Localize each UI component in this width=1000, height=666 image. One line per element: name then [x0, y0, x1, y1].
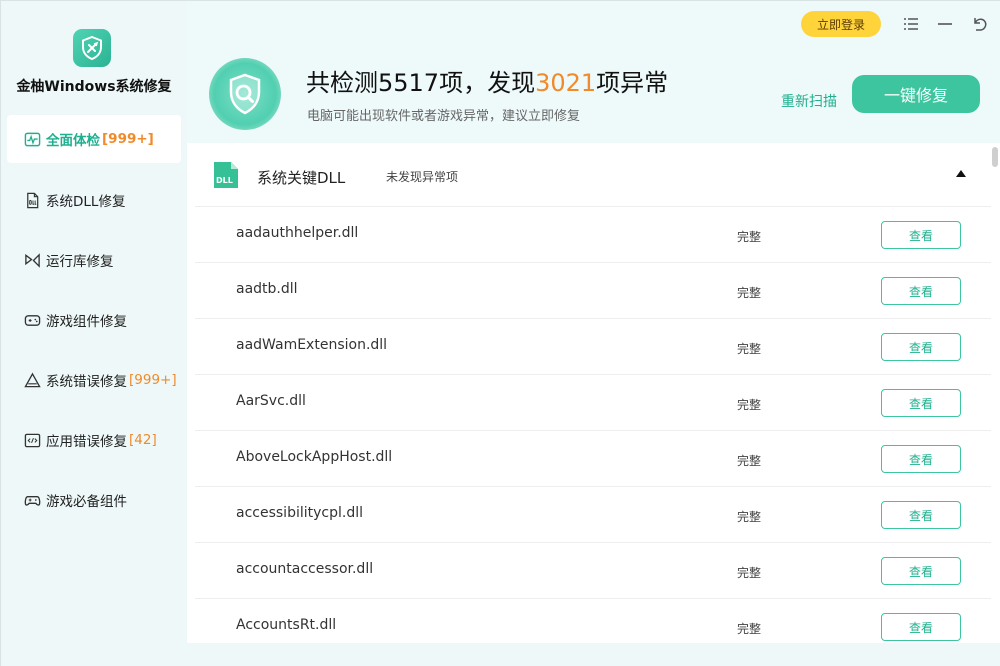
- sidebar-item-full-check[interactable]: 全面体检 [999+]: [7, 115, 181, 163]
- table-row: accountaccessor.dll 完整 查看: [195, 543, 991, 599]
- warning-icon: [23, 371, 41, 389]
- menu-icon[interactable]: [900, 13, 922, 35]
- view-button[interactable]: 查看: [881, 613, 961, 641]
- sidebar-item-label: 运行库修复: [46, 254, 114, 270]
- dll-status: 完整: [737, 622, 762, 636]
- table-row: AccountsRt.dll 完整 查看: [195, 599, 991, 643]
- scan-result-subtitle: 电脑可能出现软件或者游戏异常，建议立即修复: [307, 109, 581, 124]
- dll-name: aadauthhelper.dll: [236, 225, 359, 241]
- scrollbar[interactable]: [991, 143, 999, 643]
- dll-list-panel: DLL 系统关键DLL 未发现异常项 aadauthhelper.dll 完整 …: [187, 143, 1000, 643]
- minimize-icon[interactable]: [934, 13, 956, 35]
- dll-status: 完整: [737, 286, 762, 300]
- view-button[interactable]: 查看: [881, 389, 961, 417]
- view-button[interactable]: 查看: [881, 221, 961, 249]
- pulse-icon: [23, 130, 41, 148]
- sidebar-item-label: 系统DLL修复: [46, 194, 126, 210]
- sidebar-item-system-error-repair[interactable]: 系统错误修复 [999+]: [7, 356, 181, 404]
- section-status: 未发现异常项: [386, 170, 459, 184]
- sidebar-item-label: 全面体检: [46, 133, 100, 149]
- collapse-arrow-icon[interactable]: [956, 170, 966, 177]
- sidebar-item-badge: [999+]: [129, 372, 177, 388]
- shield-search-icon: [209, 58, 281, 130]
- gamepad-icon: [23, 311, 41, 329]
- dll-name: aadWamExtension.dll: [236, 337, 388, 353]
- view-button[interactable]: 查看: [881, 277, 961, 305]
- main-panel: 立即登录 共检测5517项，发现3021项异常 电脑可能出现软件或者游戏异常，建…: [187, 1, 1000, 666]
- view-button[interactable]: 查看: [881, 445, 961, 473]
- app-title: 金柚Windows系统修复: [16, 79, 172, 95]
- anomaly-count: 3021: [535, 69, 597, 97]
- dll-name: AccountsRt.dll: [236, 617, 337, 633]
- dll-status: 完整: [737, 342, 762, 356]
- rescan-button[interactable]: 重新扫描: [781, 91, 837, 111]
- dll-status: 完整: [737, 566, 762, 580]
- dll-name: accountaccessor.dll: [236, 561, 374, 577]
- app-window: 金柚Windows系统修复 全面体检 [999+] 系统DLL修复 运行库修复: [0, 0, 1000, 666]
- controller-icon: [23, 491, 41, 509]
- dll-name: aadtb.dll: [236, 281, 298, 297]
- table-row: AboveLockAppHost.dll 完整 查看: [195, 431, 991, 487]
- sidebar-item-label: 游戏组件修复: [46, 314, 127, 330]
- view-button[interactable]: 查看: [881, 333, 961, 361]
- sidebar-item-runtime-repair[interactable]: 运行库修复: [7, 236, 181, 284]
- view-button[interactable]: 查看: [881, 557, 961, 585]
- sidebar-item-badge: [42]: [129, 432, 157, 448]
- dll-name: AboveLockAppHost.dll: [236, 449, 393, 465]
- view-button[interactable]: 查看: [881, 501, 961, 529]
- dll-name: accessibilitycpl.dll: [236, 505, 363, 521]
- dll-name: AarSvc.dll: [236, 393, 306, 409]
- table-row: accessibilitycpl.dll 完整 查看: [195, 487, 991, 543]
- sidebar-item-label: 应用错误修复: [46, 434, 127, 450]
- dll-status: 完整: [737, 454, 762, 468]
- sidebar-item-label: 系统错误修复: [46, 374, 127, 390]
- code-window-icon: [23, 431, 41, 449]
- scrollbar-thumb[interactable]: [992, 147, 998, 167]
- dll-section-icon: DLL: [214, 162, 238, 188]
- sidebar-item-label: 游戏必备组件: [46, 494, 127, 510]
- sidebar: 金柚Windows系统修复 全面体检 [999+] 系统DLL修复 运行库修复: [1, 1, 187, 666]
- runtime-icon: [23, 251, 41, 269]
- table-row: aadtb.dll 完整 查看: [195, 263, 991, 319]
- section-title: 系统关键DLL: [257, 169, 346, 187]
- sidebar-item-game-essentials[interactable]: 游戏必备组件: [7, 476, 181, 524]
- dll-status: 完整: [737, 510, 762, 524]
- scan-result-title: 共检测5517项，发现3021项异常: [306, 69, 669, 97]
- sidebar-item-dll-repair[interactable]: 系统DLL修复: [7, 176, 181, 224]
- table-row: aadWamExtension.dll 完整 查看: [195, 319, 991, 375]
- svg-text:DLL: DLL: [216, 176, 233, 185]
- table-row: AarSvc.dll 完整 查看: [195, 375, 991, 431]
- sidebar-item-app-error-repair[interactable]: 应用错误修复 [42]: [7, 416, 181, 464]
- login-button[interactable]: 立即登录: [801, 11, 881, 37]
- dll-status: 完整: [737, 230, 762, 244]
- dll-file-icon: [23, 191, 41, 209]
- section-header[interactable]: DLL 系统关键DLL 未发现异常项: [195, 143, 991, 207]
- back-close-icon[interactable]: [969, 13, 991, 35]
- scan-summary-header: 立即登录 共检测5517项，发现3021项异常 电脑可能出现软件或者游戏异常，建…: [187, 1, 1000, 143]
- app-logo-icon: [73, 29, 111, 67]
- sidebar-item-game-component-repair[interactable]: 游戏组件修复: [7, 296, 181, 344]
- sidebar-item-badge: [999+]: [102, 131, 154, 147]
- table-row: aadauthhelper.dll 完整 查看: [195, 207, 991, 263]
- footer-strip: [187, 643, 1000, 666]
- dll-status: 完整: [737, 398, 762, 412]
- one-click-fix-button[interactable]: 一键修复: [852, 75, 980, 113]
